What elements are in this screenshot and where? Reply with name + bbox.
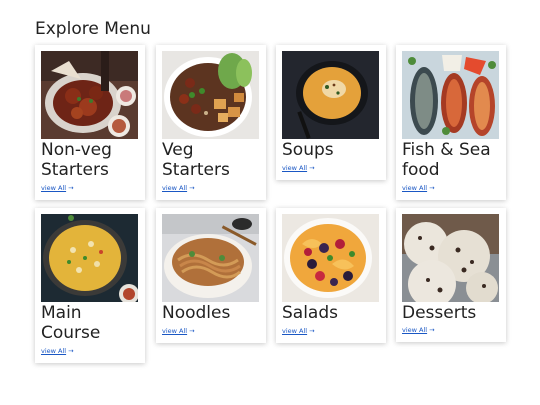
view-all-link[interactable]: view All → bbox=[162, 184, 195, 192]
menu-card-salads[interactable]: Salads view All → bbox=[276, 208, 386, 343]
arrow-right-icon: → bbox=[68, 347, 74, 355]
category-title: Soups bbox=[282, 140, 334, 160]
arrow-right-icon: → bbox=[429, 326, 435, 334]
arrow-right-icon: → bbox=[189, 327, 195, 335]
menu-card-desserts[interactable]: Desserts view All → bbox=[396, 208, 506, 342]
chicken-dish-image[interactable] bbox=[41, 51, 138, 139]
category-title: Salads bbox=[282, 303, 338, 323]
arrow-right-icon: → bbox=[309, 327, 315, 335]
view-all-label: view All bbox=[282, 327, 308, 335]
category-title: Veg Starters bbox=[162, 140, 230, 180]
noodle-bowl-image[interactable] bbox=[162, 214, 259, 302]
category-title: Non-veg Starters bbox=[41, 140, 112, 180]
soup-bowl-image[interactable] bbox=[282, 51, 379, 139]
view-all-label: view All bbox=[282, 164, 308, 172]
category-title: Desserts bbox=[402, 303, 477, 323]
page-title: Explore Menu bbox=[35, 19, 151, 39]
menu-card-fish-seafood[interactable]: Fish & Sea food view All → bbox=[396, 45, 506, 200]
view-all-link[interactable]: view All → bbox=[282, 164, 315, 172]
view-all-link[interactable]: view All → bbox=[402, 326, 435, 334]
category-title: Fish & Sea food bbox=[402, 140, 491, 180]
menu-card-main-course[interactable]: Main Course view All → bbox=[35, 208, 145, 363]
view-all-link[interactable]: view All → bbox=[41, 347, 74, 355]
arrow-right-icon: → bbox=[309, 164, 315, 172]
arrow-right-icon: → bbox=[189, 184, 195, 192]
tofu-bowl-image[interactable] bbox=[162, 51, 259, 139]
menu-card-veg-starters[interactable]: Veg Starters view All → bbox=[156, 45, 266, 200]
view-all-link[interactable]: view All → bbox=[402, 184, 435, 192]
view-all-link[interactable]: view All → bbox=[282, 327, 315, 335]
view-all-label: view All bbox=[41, 347, 67, 355]
ice-cream-scoops-image[interactable] bbox=[402, 214, 499, 302]
category-title: Noodles bbox=[162, 303, 231, 323]
arrow-right-icon: → bbox=[68, 184, 74, 192]
view-all-label: view All bbox=[402, 326, 428, 334]
menu-card-non-veg-starters[interactable]: Non-veg Starters view All → bbox=[35, 45, 145, 200]
biryani-pan-image[interactable] bbox=[41, 214, 138, 302]
view-all-link[interactable]: view All → bbox=[162, 327, 195, 335]
view-all-link[interactable]: view All → bbox=[41, 184, 74, 192]
grilled-fish-image[interactable] bbox=[402, 51, 499, 139]
view-all-label: view All bbox=[162, 184, 188, 192]
view-all-label: view All bbox=[162, 327, 188, 335]
view-all-label: view All bbox=[402, 184, 428, 192]
menu-card-soups[interactable]: Soups view All → bbox=[276, 45, 386, 180]
category-title: Main Course bbox=[41, 303, 101, 343]
fruit-salad-image[interactable] bbox=[282, 214, 379, 302]
view-all-label: view All bbox=[41, 184, 67, 192]
arrow-right-icon: → bbox=[429, 184, 435, 192]
menu-card-noodles[interactable]: Noodles view All → bbox=[156, 208, 266, 343]
